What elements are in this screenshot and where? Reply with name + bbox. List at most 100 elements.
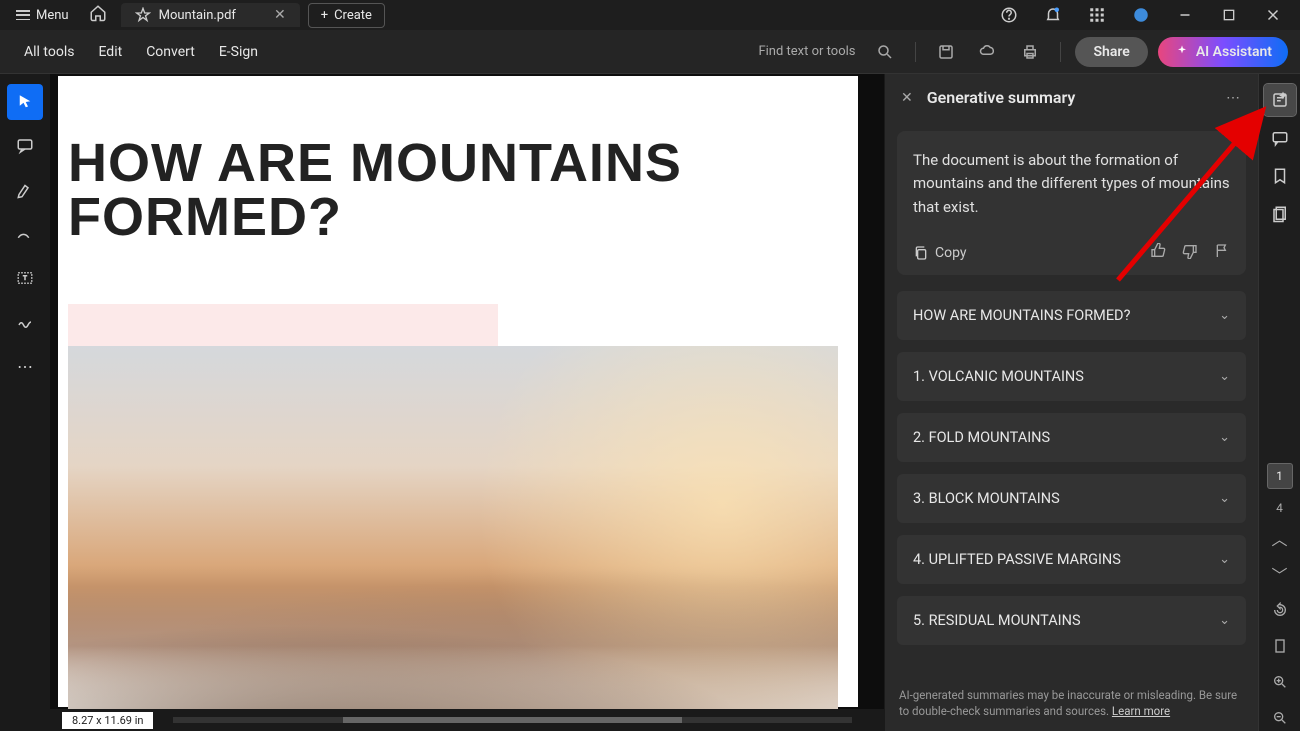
outline-item[interactable]: 4. UPLIFTED PASSIVE MARGINS ⌄ (897, 535, 1246, 584)
bell-icon (1044, 6, 1062, 24)
edit-link[interactable]: Edit (86, 36, 134, 68)
text-tool[interactable] (7, 260, 43, 296)
help-button[interactable] (988, 0, 1030, 30)
maximize-button[interactable] (1208, 0, 1250, 30)
search-button[interactable] (869, 36, 901, 68)
right-tool-rail: 1 4 ︿ ﹀ (1258, 74, 1300, 731)
chevron-down-icon: ⌄ (1219, 369, 1230, 384)
draw-tool[interactable] (7, 216, 43, 252)
fit-page-button[interactable] (1267, 633, 1293, 659)
outline-item[interactable]: 5. RESIDUAL MOUNTAINS⌄ (897, 596, 1246, 645)
create-button[interactable]: + Create (308, 3, 385, 28)
summary-actions: Copy (913, 243, 1230, 263)
generative-summary-panel: ✕ Generative summary ⋯ The document is a… (884, 74, 1258, 731)
search-icon (876, 43, 894, 61)
star-icon (135, 7, 151, 23)
minimize-button[interactable] (1164, 0, 1206, 30)
scrollbar-thumb[interactable] (343, 717, 682, 723)
zoom-out-button[interactable] (1267, 705, 1293, 731)
mountain-photo (68, 346, 838, 709)
outline-label: 2. FOLD MOUNTAINS (913, 429, 1050, 446)
cloud-button[interactable] (972, 36, 1004, 68)
copy-label: Copy (935, 245, 967, 261)
horizontal-scrollbar[interactable] (173, 717, 852, 723)
chevron-down-icon: ⌄ (1219, 430, 1230, 445)
panel-close-button[interactable]: ✕ (901, 90, 913, 106)
share-button[interactable]: Share (1075, 37, 1147, 67)
help-icon (1000, 6, 1018, 24)
decorative-block (68, 304, 498, 346)
document-tab[interactable]: Mountain.pdf ✕ (121, 3, 300, 27)
plus-icon: + (321, 8, 328, 23)
highlight-tool[interactable] (7, 172, 43, 208)
current-page-indicator[interactable]: 1 (1267, 463, 1293, 489)
toolbar-right: Find text or tools Share AI Assistant (758, 36, 1288, 68)
select-tool[interactable] (7, 84, 43, 120)
document-heading: HOW ARE MOUNTAINS FORMED? (58, 136, 858, 244)
summary-rail-button[interactable] (1264, 84, 1296, 116)
toolbar: All tools Edit Convert E-Sign Find text … (0, 30, 1300, 74)
panel-body[interactable]: The document is about the formation of m… (885, 121, 1258, 679)
page-up-button[interactable]: ︿ (1267, 525, 1293, 551)
outline-item[interactable]: 3. BLOCK MOUNTAINS⌄ (897, 474, 1246, 523)
feedback-icons (1150, 243, 1230, 263)
convert-link[interactable]: Convert (134, 36, 207, 68)
rotate-button[interactable] (1267, 597, 1293, 623)
sparkle-icon (1174, 44, 1190, 60)
outline-item[interactable]: 2. FOLD MOUNTAINS ⌄ (897, 413, 1246, 462)
notifications-button[interactable] (1032, 0, 1074, 30)
comment-tool[interactable] (7, 128, 43, 164)
thumbs-up-icon (1150, 243, 1166, 259)
left-tool-rail: ⋯ (0, 74, 50, 731)
print-icon (1021, 43, 1039, 61)
save-icon (937, 43, 955, 61)
find-label[interactable]: Find text or tools (758, 44, 855, 59)
learn-more-link[interactable]: Learn more (1112, 704, 1170, 718)
disclaimer: AI-generated summaries may be inaccurate… (885, 679, 1258, 731)
all-tools-link[interactable]: All tools (12, 36, 86, 68)
tab-close-button[interactable]: ✕ (274, 7, 286, 23)
outline-label: 3. BLOCK MOUNTAINS (913, 490, 1060, 507)
ai-assistant-button[interactable]: AI Assistant (1158, 37, 1288, 67)
apps-button[interactable] (1076, 0, 1118, 30)
print-button[interactable] (1014, 36, 1046, 68)
bookmarks-rail-button[interactable] (1264, 160, 1296, 192)
zoom-in-button[interactable] (1267, 669, 1293, 695)
separator (915, 42, 916, 62)
copy-button[interactable]: Copy (913, 245, 967, 261)
page-down-button[interactable]: ﹀ (1267, 561, 1293, 587)
menu-button[interactable]: Menu (6, 4, 79, 27)
document-viewport[interactable]: HOW ARE MOUNTAINS FORMED? (50, 74, 884, 709)
sign-tool[interactable] (7, 304, 43, 340)
home-button[interactable] (79, 0, 117, 32)
outline-label: 1. VOLCANIC MOUNTAINS (913, 368, 1084, 385)
create-label: Create (334, 8, 372, 23)
close-window-button[interactable] (1252, 0, 1294, 30)
rotate-icon (1272, 602, 1288, 618)
esign-link[interactable]: E-Sign (207, 36, 270, 68)
account-button[interactable] (1120, 0, 1162, 30)
cloud-icon (979, 43, 997, 61)
outline-item[interactable]: HOW ARE MOUNTAINS FORMED?⌄ (897, 291, 1246, 340)
thumbs-up-button[interactable] (1150, 243, 1166, 263)
chevron-down-icon: ⌄ (1219, 552, 1230, 567)
outline-label: 4. UPLIFTED PASSIVE MARGINS (913, 551, 1121, 568)
globe-icon (1132, 6, 1150, 24)
ai-label: AI Assistant (1196, 44, 1272, 60)
pages-rail-button[interactable] (1264, 198, 1296, 230)
panel-more-button[interactable]: ⋯ (1226, 90, 1242, 106)
titlebar-left: Menu Mountain.pdf ✕ + Create (6, 0, 385, 32)
comments-rail-button[interactable] (1264, 122, 1296, 154)
panel-title: Generative summary (927, 88, 1076, 107)
more-tools[interactable]: ⋯ (7, 348, 43, 384)
main: ⋯ HOW ARE MOUNTAINS FORMED? 8.27 x 11.69… (0, 74, 1300, 731)
thumbs-down-button[interactable] (1182, 243, 1198, 263)
outline-item[interactable]: 1. VOLCANIC MOUNTAINS ⌄ (897, 352, 1246, 401)
comments-icon (1271, 129, 1289, 147)
bookmark-icon (1271, 167, 1289, 185)
save-button[interactable] (930, 36, 962, 68)
summary-icon (1271, 91, 1289, 109)
flag-button[interactable] (1214, 243, 1230, 263)
highlight-icon (16, 181, 34, 199)
maximize-icon (1221, 7, 1237, 23)
